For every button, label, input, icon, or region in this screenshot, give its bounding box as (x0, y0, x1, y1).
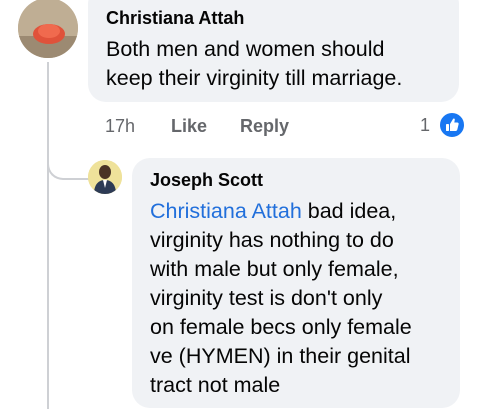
reply-text-fragment: bad idea, (301, 199, 397, 223)
avatar-photo (18, 0, 78, 58)
comment-author[interactable]: Christiana Attah (106, 8, 244, 29)
like-thumb-icon[interactable] (438, 111, 466, 139)
commenter-avatar[interactable] (18, 0, 78, 58)
thread-line-branch (47, 140, 89, 180)
reply-author[interactable]: Joseph Scott (150, 170, 263, 191)
reply-button[interactable]: Reply (240, 116, 289, 137)
reply-text-line: tract not male (150, 373, 281, 397)
reply-text-line: ve (HYMEN) in their genital (150, 344, 411, 368)
mention-link[interactable]: Christiana Attah (150, 199, 302, 223)
reply-text: Christiana Attah bad idea, virginity has… (150, 197, 412, 400)
reply-author-avatar[interactable] (88, 160, 122, 194)
reaction-count[interactable]: 1 (420, 115, 430, 136)
reply-text-line: on female becs only female (150, 315, 412, 339)
avatar-photo (88, 160, 122, 194)
comment-text: Both men and women should keep their vir… (106, 35, 402, 93)
reply-text-line: virginity has nothing to do (150, 228, 394, 252)
reply-text-line: virginity test is don't only (150, 286, 383, 310)
reply-text-line: with male but only female, (150, 257, 399, 281)
thread-line-vertical (47, 62, 49, 409)
comment-text-line: keep their virginity till marriage. (106, 66, 403, 90)
reply-text-line: Christiana Attah bad idea, (150, 197, 412, 226)
comment-text-line: Both men and women should (106, 37, 385, 61)
comment-timestamp[interactable]: 17h (105, 116, 135, 137)
like-button[interactable]: Like (171, 116, 207, 137)
thumbs-up-glyph (446, 118, 459, 131)
